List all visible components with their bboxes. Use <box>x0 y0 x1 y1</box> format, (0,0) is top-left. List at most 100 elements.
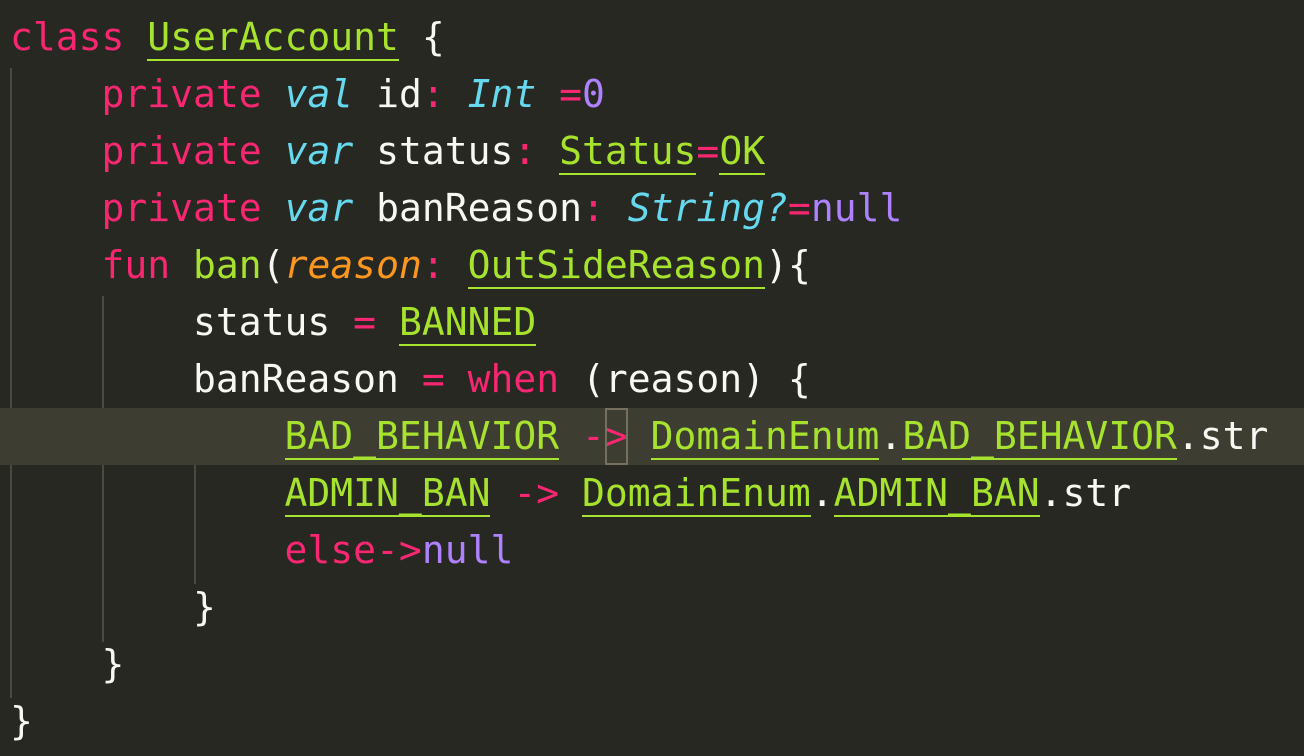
token-pl: . <box>810 471 834 515</box>
cursor-position: > <box>604 408 628 465</box>
code-line-6[interactable]: status = BANNED <box>0 294 1304 351</box>
token-pl: status <box>10 300 354 344</box>
code-line-text: } <box>10 636 125 693</box>
token-ty: OutSideReason <box>467 243 766 289</box>
token-ty: Status <box>559 129 697 175</box>
token-kw: else-> <box>284 528 422 572</box>
token-ty: UserAccount <box>147 15 399 61</box>
token-st: String? <box>627 186 788 230</box>
code-line-8[interactable]: BAD_BEHAVIOR -> DomainEnum.BAD_BEHAVIOR.… <box>0 408 1304 465</box>
token-st: Int <box>467 72 537 116</box>
token-kw: : <box>421 72 445 116</box>
token-pl: id <box>353 72 422 116</box>
token-kw: private <box>101 72 262 116</box>
code-line-12[interactable]: } <box>0 636 1304 693</box>
code-line-9[interactable]: ADMIN_BAN -> DomainEnum.ADMIN_BAN.str <box>0 465 1304 522</box>
token-ty: ADMIN_BAN <box>284 471 491 517</box>
code-line-text: class UserAccount { <box>10 9 445 66</box>
code-line-text: ADMIN_BAN -> DomainEnum.ADMIN_BAN.str <box>10 465 1131 522</box>
token-st: var <box>284 186 354 230</box>
token-pl: } <box>10 642 125 686</box>
code-line-text: private var banReason: String?=null <box>10 180 903 237</box>
token-pl: ){ <box>765 243 811 287</box>
code-line-4[interactable]: private var banReason: String?=null <box>0 180 1304 237</box>
code-line-3[interactable]: private var status: Status=OK <box>0 123 1304 180</box>
token-kw: when <box>467 357 560 401</box>
token-nu: null <box>421 528 514 572</box>
token-kw: -> <box>513 471 560 515</box>
code-line-1[interactable]: class UserAccount { <box>0 9 1304 66</box>
token-kw: - <box>581 414 605 458</box>
token-kw: : <box>513 129 537 173</box>
token-kw: : <box>581 186 605 230</box>
token-kw: private <box>101 129 262 173</box>
code-line-5[interactable]: fun ban(reason: OutSideReason){ <box>0 237 1304 294</box>
token-kw: = <box>559 72 583 116</box>
token-ty: BAD_BEHAVIOR <box>284 414 560 460</box>
token-ty: BANNED <box>398 300 537 346</box>
code-line-11[interactable]: } <box>0 579 1304 636</box>
token-kw: private <box>101 186 262 230</box>
code-line-2[interactable]: private val id: Int =0 <box>0 66 1304 123</box>
token-kw: = <box>696 129 720 173</box>
code-line-text: BAD_BEHAVIOR -> DomainEnum.BAD_BEHAVIOR.… <box>10 408 1268 465</box>
code-line-text: } <box>10 579 216 636</box>
token-kw: fun <box>101 243 171 287</box>
token-pl: .str <box>1176 414 1269 458</box>
token-pl: banReason <box>10 357 422 401</box>
token-ty: ADMIN_BAN <box>833 471 1040 517</box>
token-kw: : <box>421 243 445 287</box>
token-pl: } <box>10 699 33 743</box>
token-pa: reason <box>284 243 422 287</box>
token-kw: = <box>421 357 445 401</box>
code-line-10[interactable]: else->null <box>0 522 1304 579</box>
token-pl: . <box>879 414 903 458</box>
token-pl: banReason <box>353 186 582 230</box>
code-editor[interactable]: class UserAccount { private val id: Int … <box>0 0 1304 756</box>
code-line-text: fun ban(reason: OutSideReason){ <box>10 237 811 294</box>
code-line-text: banReason = when (reason) { <box>10 351 811 408</box>
token-kw: = <box>353 300 377 344</box>
token-nu: null <box>810 186 903 230</box>
token-pl: { <box>398 15 445 59</box>
token-kw: = <box>787 186 811 230</box>
token-nu: 0 <box>582 72 605 116</box>
token-kw: class <box>10 15 125 59</box>
token-st: val <box>284 72 354 116</box>
code-line-7[interactable]: banReason = when (reason) { <box>0 351 1304 408</box>
token-ty: OK <box>719 129 766 175</box>
token-ty: BAD_BEHAVIOR <box>902 414 1177 460</box>
code-line-text: status = BANNED <box>10 294 537 351</box>
code-line-text: private var status: Status=OK <box>10 123 766 180</box>
code-line-text: else->null <box>10 522 514 579</box>
token-pl: status <box>353 129 514 173</box>
token-st: var <box>284 129 354 173</box>
code-line-text: } <box>10 693 33 750</box>
token-pl: ( <box>261 243 285 287</box>
code-line-13[interactable]: } <box>0 693 1304 750</box>
token-pl: (reason) { <box>559 357 811 401</box>
token-ty: DomainEnum <box>650 414 880 460</box>
code-line-text: private val id: Int =0 <box>10 66 605 123</box>
